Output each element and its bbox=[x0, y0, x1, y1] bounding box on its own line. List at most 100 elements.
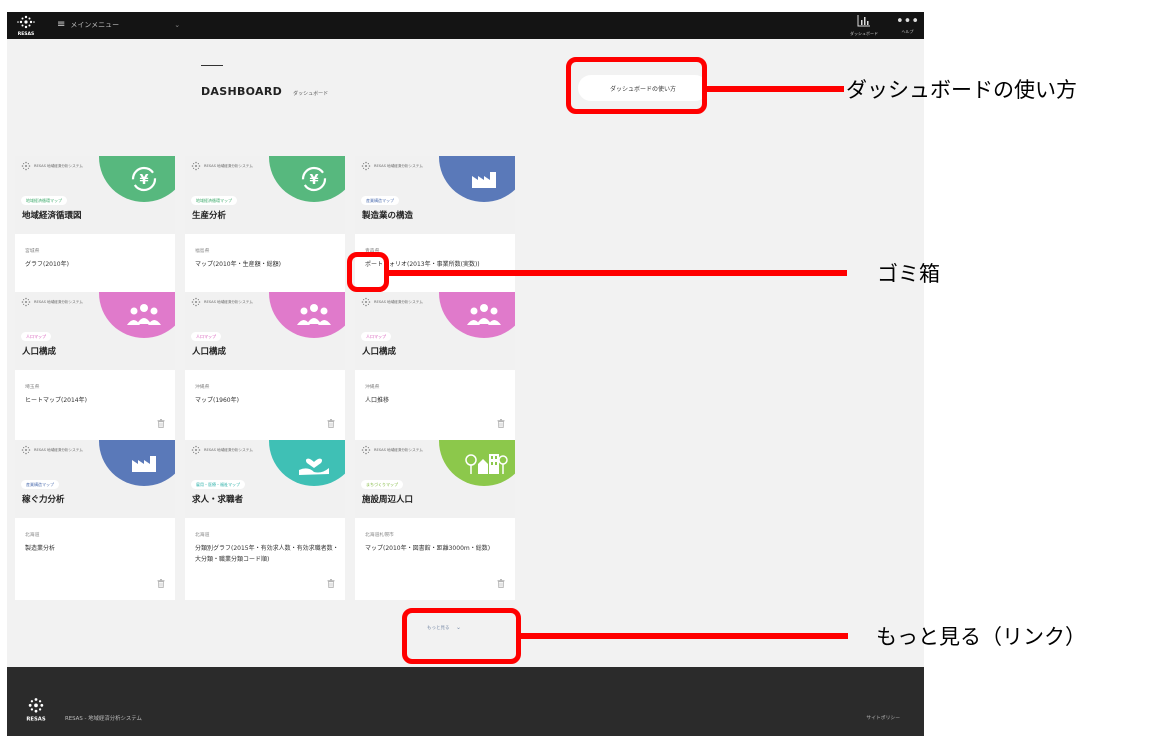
card-brand-text: RESAS 地域経済分析システム bbox=[34, 299, 83, 304]
card-description: 人口推移 bbox=[365, 397, 390, 404]
card-description: マップ(1960年) bbox=[195, 397, 239, 404]
svg-text:RESAS: RESAS bbox=[18, 31, 35, 37]
trash-icon[interactable] bbox=[327, 419, 335, 430]
card-icon-circle: ¥ bbox=[269, 156, 345, 202]
card-icon-circle bbox=[99, 440, 175, 486]
trash-highlight bbox=[347, 252, 389, 292]
dashboard-title: DASHBOARD bbox=[201, 85, 283, 98]
card-description: 分類別グラフ(2015年・有効求人数・有効求職者数・大分類・職業分類コード順) bbox=[195, 545, 339, 563]
card-icon-circle bbox=[269, 440, 345, 486]
card-region: 埼玉県 bbox=[25, 385, 40, 390]
resas-mark-icon bbox=[361, 445, 371, 455]
dashboard-card[interactable]: ¥ RESAS 地域経済分析システム 地域経済循環マップ 生産分析 福島県 マップ(201… bbox=[185, 156, 345, 314]
dashboard-heading: DASHBOARD ダッシュボード bbox=[201, 65, 328, 99]
card-category-tag: 人口マップ bbox=[361, 332, 391, 341]
card-brand-text: RESAS 地域経済分析システム bbox=[374, 163, 423, 168]
card-header: RESAS 地域経済分析システム産業構造マップ製造業の構造 bbox=[355, 156, 515, 234]
dashboard-nav-label: ダッシュボード bbox=[850, 31, 878, 36]
card-title: 人口構成 bbox=[192, 347, 227, 357]
card-region: 北海道 bbox=[195, 533, 210, 538]
card-category-tag: 雇用・医療・福祉マップ bbox=[191, 480, 245, 489]
resas-mark-icon bbox=[361, 297, 371, 307]
howto-highlight bbox=[566, 57, 707, 114]
card-header: RESAS 地域経済分析システム 産業構造マップ 稼ぐ力分析 bbox=[15, 440, 175, 518]
card-header: RESAS 地域経済分析システム 人口マップ 人口構成 bbox=[355, 292, 515, 370]
card-icon-circle bbox=[99, 292, 175, 338]
card-icon-circle bbox=[439, 292, 515, 338]
dashboard-nav-button[interactable]: ダッシュボード bbox=[850, 14, 878, 37]
yen-circle-icon: ¥ bbox=[294, 164, 334, 192]
card-category-tag: 人口マップ bbox=[191, 332, 221, 341]
help-button[interactable]: ••• ヘルプ bbox=[896, 14, 919, 35]
trash-icon[interactable] bbox=[497, 579, 505, 590]
footer-site-name: RESAS - 地域経済分析システム bbox=[65, 716, 142, 722]
card-category-tag: 産業構造マップ bbox=[361, 196, 399, 205]
card-brand-text: RESAS 地域経済分析システム bbox=[204, 447, 253, 452]
dashboard-card[interactable]: RESAS 地域経済分析システム 人口マップ 人口構成 沖縄県 人口推移 bbox=[355, 292, 515, 440]
card-title: 製造業の構造 bbox=[362, 211, 414, 221]
card-brand: RESAS 地域経済分析システム bbox=[361, 445, 423, 455]
card-description: 製造業分析 bbox=[25, 545, 56, 552]
more-callout: もっと見る（リンク） bbox=[876, 625, 1086, 649]
card-brand: RESAS 地域経済分析システム bbox=[191, 297, 253, 307]
card-region: 沖縄県 bbox=[195, 385, 210, 390]
resas-mark-icon bbox=[191, 297, 201, 307]
card-category-tag: 人口マップ bbox=[21, 332, 51, 341]
main-menu-toggle[interactable]: ≡ メインメニュー ⌄ bbox=[57, 19, 180, 30]
trash-icon[interactable] bbox=[327, 579, 335, 590]
dashboard-card[interactable]: ¥ RESAS 地域経済分析システム 地域経済循環マップ 地域経済循環図 宮城県 グラフ(… bbox=[15, 156, 175, 314]
card-brand: RESAS 地域経済分析システム bbox=[361, 297, 423, 307]
card-brand: RESAS 地域経済分析システム bbox=[361, 161, 423, 171]
dashboard-card[interactable]: RESAS 地域経済分析システム 産業構造マップ 稼ぐ力分析北海道製造業分析 bbox=[15, 440, 175, 600]
svg-text:RESAS: RESAS bbox=[26, 717, 45, 723]
card-title: 生産分析 bbox=[192, 211, 227, 221]
resas-mark-icon bbox=[21, 297, 31, 307]
top-bar: RESAS ≡ メインメニュー ⌄ ダッシュボード ••• ヘルプ bbox=[7, 12, 924, 39]
help-label: ヘルプ bbox=[901, 29, 914, 34]
heading-rule bbox=[201, 65, 223, 66]
card-brand-text: RESAS 地域経済分析システム bbox=[34, 447, 83, 452]
resas-logo: RESAS bbox=[17, 15, 35, 37]
card-header: RESAS 地域経済分析システム 人口マップ 人口構成 bbox=[15, 292, 175, 370]
trash-callout: ゴミ箱 bbox=[877, 262, 940, 286]
card-header: RESAS 地域経済分析システム人口マップ人口構成 bbox=[185, 292, 345, 370]
card-brand: RESAS 地域経済分析システム bbox=[21, 445, 83, 455]
dashboard-card[interactable]: RESAS 地域経済分析システム人口マップ人口構成沖縄県マップ(1960年) bbox=[185, 292, 345, 440]
card-brand-text: RESAS 地域経済分析システム bbox=[204, 299, 253, 304]
dashboard-card[interactable]: RESAS 地域経済分析システム 雇用・医療・福祉マップ 求人・求職者 北海道 分類別グ… bbox=[185, 440, 345, 600]
factory-icon bbox=[124, 448, 164, 474]
resas-mark-icon bbox=[191, 161, 201, 171]
card-region: 福島県 bbox=[195, 249, 210, 254]
main-menu-label: メインメニュー bbox=[70, 20, 120, 29]
people-icon bbox=[464, 300, 504, 326]
card-brand: RESAS 地域経済分析システム bbox=[191, 161, 253, 171]
more-leader-line bbox=[521, 633, 848, 639]
resas-mark-icon bbox=[191, 445, 201, 455]
card-description: マップ(2010年・生産額・総額) bbox=[195, 261, 281, 268]
more-dots-icon: ••• bbox=[896, 14, 920, 29]
dashboard-subtitle: ダッシュボード bbox=[293, 91, 329, 97]
trash-icon[interactable] bbox=[497, 419, 505, 430]
card-category-tag: 地域経済循環マップ bbox=[21, 196, 67, 205]
trash-leader-line bbox=[389, 270, 847, 276]
card-brand: RESAS 地域経済分析システム bbox=[21, 297, 83, 307]
card-title: 施設周辺人口 bbox=[362, 495, 414, 505]
card-icon-circle bbox=[439, 440, 515, 486]
trash-icon[interactable] bbox=[157, 579, 165, 590]
card-icon-circle bbox=[439, 156, 515, 202]
card-brand-text: RESAS 地域経済分析システム bbox=[374, 299, 423, 304]
chevron-down-icon: ⌄ bbox=[174, 20, 181, 29]
people-icon bbox=[294, 300, 334, 326]
card-region: 沖縄県 bbox=[365, 385, 380, 390]
card-brand-text: RESAS 地域経済分析システム bbox=[204, 163, 253, 168]
card-region: 北海道 bbox=[25, 533, 40, 538]
resas-mark-icon bbox=[21, 161, 31, 171]
card-icon-circle: ¥ bbox=[99, 156, 175, 202]
trash-icon[interactable] bbox=[157, 419, 165, 430]
more-highlight bbox=[402, 608, 521, 664]
card-header: RESAS 地域経済分析システム まちづくりマップ 施設周辺人口 bbox=[355, 440, 515, 518]
svg-text:¥: ¥ bbox=[309, 173, 318, 188]
dashboard-card[interactable]: RESAS 地域経済分析システム まちづくりマップ 施設周辺人口 北海道札幌市 マップ(… bbox=[355, 440, 515, 600]
dashboard-card[interactable]: RESAS 地域経済分析システム 人口マップ 人口構成 埼玉県 ヒートマップ(2014年… bbox=[15, 292, 175, 440]
site-policy-link[interactable]: サイトポリシー bbox=[866, 714, 900, 721]
